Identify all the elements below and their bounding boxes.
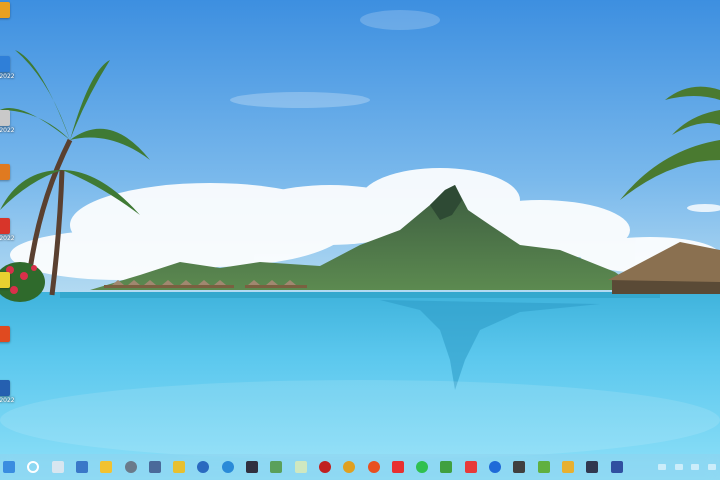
desktop-app-4[interactable]: [0, 164, 12, 181]
terminal-icon[interactable]: [245, 460, 259, 474]
teamviewer-icon[interactable]: [488, 460, 502, 474]
desktop-app-2[interactable]: 2022: [0, 56, 15, 80]
save-icon[interactable]: [610, 460, 624, 474]
map-icon[interactable]: [537, 460, 551, 474]
chrome-icon[interactable]: [342, 460, 356, 474]
desktop-app-2-icon: [0, 56, 10, 72]
desktop-app-7-icon: [0, 326, 10, 342]
start-icon[interactable]: [2, 460, 16, 474]
yandex-icon[interactable]: [391, 460, 405, 474]
app-icon[interactable]: [148, 460, 162, 474]
desktop-app-8-icon: [0, 380, 10, 396]
desktop-app-3[interactable]: 2022: [0, 110, 15, 134]
r-icon[interactable]: [196, 460, 210, 474]
photos-icon[interactable]: [269, 460, 283, 474]
desktop-app-3-icon: [0, 110, 10, 126]
system-tray[interactable]: [654, 454, 720, 480]
box-icon[interactable]: [512, 460, 526, 474]
desktop-icon-label: 2022: [0, 127, 15, 134]
stack-icon[interactable]: [439, 460, 453, 474]
file-explorer-icon[interactable]: [99, 460, 113, 474]
anydesk-icon[interactable]: [464, 460, 478, 474]
desktop[interactable]: 2022 2022 2022 2022: [0, 0, 720, 480]
network-icon[interactable]: [674, 464, 683, 470]
desktop-icon-label: 2022: [0, 235, 15, 242]
desktop-app-6-icon: [0, 272, 10, 288]
wallpaper-beach: [0, 0, 720, 480]
python-icon[interactable]: [172, 460, 186, 474]
widgets-icon[interactable]: [51, 460, 65, 474]
desktop-app-1[interactable]: [0, 2, 12, 19]
firefox-icon[interactable]: [367, 460, 381, 474]
desktop-app-8[interactable]: 2022: [0, 380, 15, 404]
desktop-app-6[interactable]: [0, 272, 12, 289]
tray-chevron-icon[interactable]: [658, 464, 667, 470]
settings-icon[interactable]: [124, 460, 138, 474]
globe-icon[interactable]: [221, 460, 235, 474]
notepad-icon[interactable]: [294, 460, 308, 474]
shield-icon[interactable]: [585, 460, 599, 474]
folder-icon[interactable]: [561, 460, 575, 474]
battery-icon[interactable]: [707, 464, 716, 470]
desktop-icon-label: 2022: [0, 73, 15, 80]
red-app-icon[interactable]: [318, 460, 332, 474]
desktop-app-1-icon: [0, 2, 10, 18]
desktop-icon-label: 2022: [0, 397, 15, 404]
desktop-app-4-icon: [0, 164, 10, 180]
desktop-app-5-icon: [0, 218, 10, 234]
search-icon[interactable]: [26, 460, 40, 474]
desktop-switch-icon[interactable]: [75, 460, 89, 474]
whatsapp-icon[interactable]: [415, 460, 429, 474]
desktop-app-5[interactable]: 2022: [0, 218, 15, 242]
volume-icon[interactable]: [691, 464, 700, 470]
taskbar: [0, 454, 720, 480]
desktop-app-7[interactable]: [0, 326, 12, 343]
